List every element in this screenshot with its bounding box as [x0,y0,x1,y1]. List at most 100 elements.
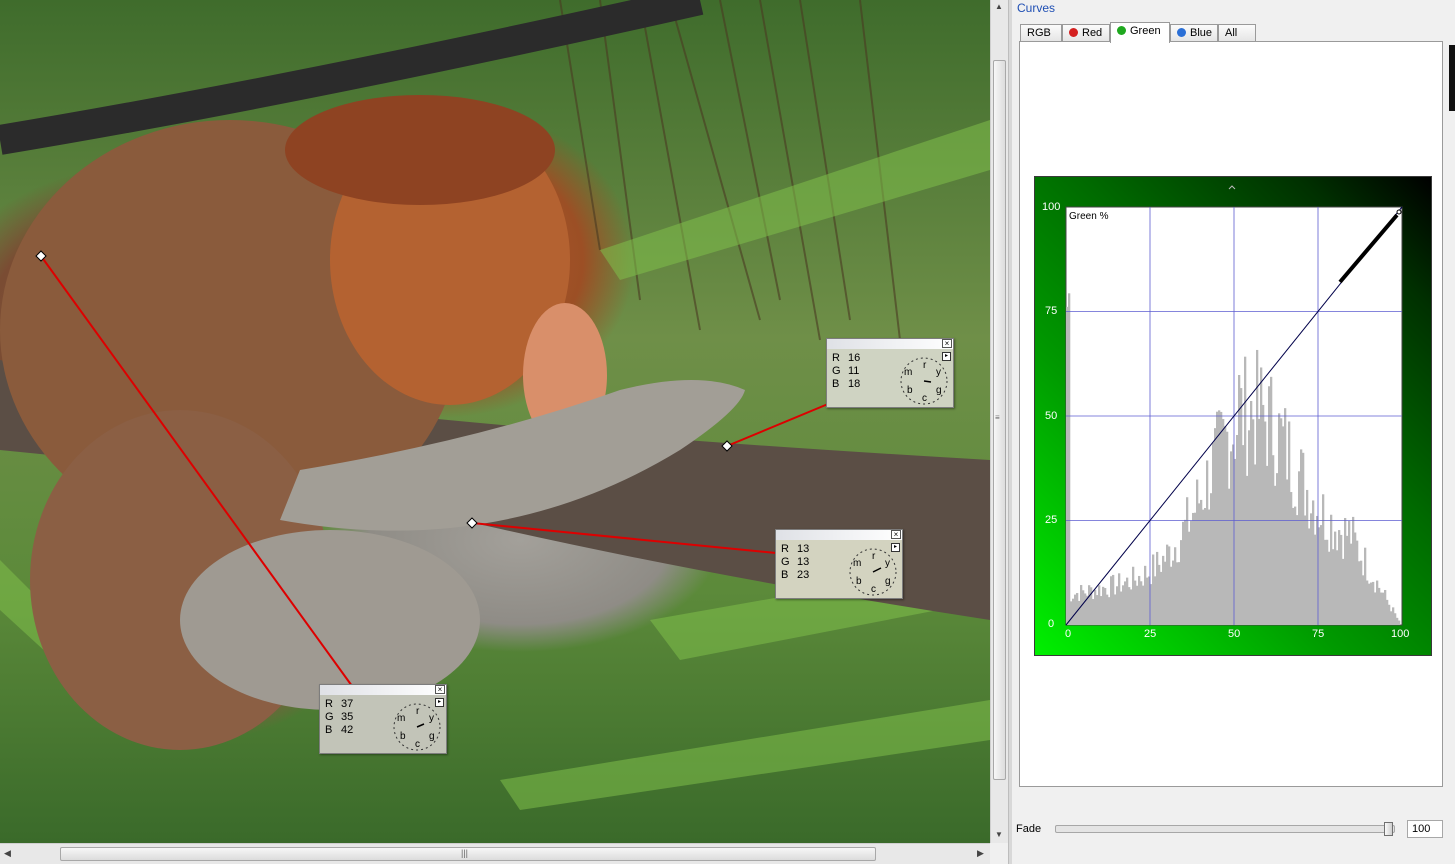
curve-editor[interactable]: Green % 100 75 50 25 0 0 25 50 75 100 [1034,176,1432,656]
histogram-bar [1168,546,1171,625]
histogram-bar [1190,520,1193,625]
sampler-r-value: 13 [797,543,810,555]
histogram-bar [1296,515,1299,625]
histogram-bar [1188,531,1191,625]
histogram-bar [1184,519,1187,625]
histogram-bar [1398,620,1401,625]
histogram-bar [1118,573,1121,625]
histogram-bar [1352,516,1355,625]
histogram-bar [1394,613,1397,625]
histogram-bar [1390,611,1393,625]
histogram-bar [1198,503,1201,625]
histogram-bar [1154,576,1157,625]
histogram-bar [1072,598,1075,625]
histogram-bar [1138,575,1141,625]
sampler-b-value: 42 [341,724,354,736]
tab-all[interactable]: All [1218,24,1256,42]
sampler-titlebar[interactable] [776,530,902,540]
curve-graph[interactable] [1035,177,1433,657]
scroll-up-icon[interactable]: ▲ [995,2,1003,11]
histogram-bar [1178,562,1181,625]
y-tick-25: 25 [1045,514,1058,526]
tab-blue[interactable]: Blue [1170,24,1218,42]
fade-slider-track[interactable] [1055,825,1395,833]
histogram-bar [1122,585,1125,625]
x-tick-25: 25 [1144,628,1157,640]
tab-green[interactable]: Green [1110,22,1170,43]
histogram-bar [1214,428,1217,625]
curve-control-point[interactable] [1396,209,1402,215]
histogram-bar [1082,590,1085,625]
histogram-bar [1314,534,1317,625]
sampler-close-button[interactable]: × [891,530,901,539]
histogram-bar [1392,607,1395,625]
svg-text:g: g [429,731,435,742]
vertical-scrollbar[interactable]: ▲ ≡ ▼ [990,0,1008,843]
panel-title: Curves [1017,1,1056,15]
histogram-bar [1110,576,1113,625]
histogram-bar [1242,445,1245,625]
color-sampler-3[interactable]: × R 37 G 35 B 42 ▸ r y g c b m [319,684,447,754]
scroll-right-icon[interactable]: ▶ [977,848,984,859]
svg-text:g: g [936,385,942,396]
histogram-bar [1388,604,1391,625]
histogram-bar [1354,532,1357,625]
scroll-left-icon[interactable]: ◀ [4,848,11,859]
sampler-titlebar[interactable] [320,685,446,695]
histogram-bar [1364,547,1367,625]
tab-rgb[interactable]: RGB [1020,24,1062,42]
scroll-down-icon[interactable]: ▼ [995,830,1003,839]
horizontal-scrollbar[interactable]: ◀ ||| ▶ [0,843,990,864]
fade-slider-thumb[interactable] [1384,822,1393,836]
histogram-bar [1108,597,1111,625]
histogram-bar [1374,592,1377,625]
histogram-bar [1380,592,1383,625]
sampler-close-button[interactable]: × [942,339,952,348]
histogram-bar [1124,581,1127,625]
histogram-bar [1310,513,1313,625]
histogram-bar [1230,451,1233,625]
svg-text:y: y [429,713,434,724]
green-dot-icon [1117,26,1126,35]
sampler-close-button[interactable]: × [435,685,445,694]
horizontal-scroll-thumb[interactable]: ||| [60,847,876,861]
fade-value-input[interactable] [1407,820,1443,838]
histogram-bar [1164,561,1167,625]
histogram-bar [1250,400,1253,625]
histogram-bar [1194,512,1197,625]
color-sampler-2[interactable]: × R 13 G 13 B 23 ▸ r y g c b m [775,529,903,599]
x-tick-0: 0 [1065,628,1072,640]
histogram-bar [1302,452,1305,625]
histogram-bar [1098,585,1101,625]
sampler-titlebar[interactable] [827,339,953,349]
histogram-bar [1358,561,1361,625]
histogram-bar [1306,489,1309,625]
color-sampler-1[interactable]: × R 16 G 11 B 18 ▸ r y g c b m [826,338,954,408]
histogram-bar [1228,488,1231,625]
sampler-line-1 [726,403,829,447]
histogram-bar [1252,419,1255,625]
histogram-bar [1180,540,1183,625]
image-canvas[interactable]: × R 16 G 11 B 18 ▸ r y g c b m × R 13 G 13 B2… [0,0,990,843]
histogram-bar [1248,430,1251,625]
histogram-bar [1158,564,1161,625]
curves-panel: Curves RGB Red Green Blue All Green % 10… [1012,0,1455,864]
histogram-bar [1386,599,1389,625]
histogram-bar [1270,376,1273,625]
tab-red[interactable]: Red [1062,24,1110,42]
sampler-values: R 37 G 35 B 42 [325,698,354,736]
histogram-bar [1338,530,1341,625]
histogram-bar [1128,587,1131,625]
histogram-bar [1156,551,1159,625]
sampler-g-value: 35 [341,711,354,723]
histogram-bar [1102,586,1105,625]
histogram-bar [1362,575,1365,625]
vertical-scroll-thumb[interactable]: ≡ [993,60,1006,780]
histogram-bar [1384,589,1387,625]
svg-text:r: r [872,551,876,562]
histogram-bar [1200,499,1203,625]
histogram-bar [1146,577,1149,625]
histogram-bar [1346,535,1349,625]
y-tick-100: 100 [1042,201,1061,213]
histogram-bar [1142,585,1145,625]
